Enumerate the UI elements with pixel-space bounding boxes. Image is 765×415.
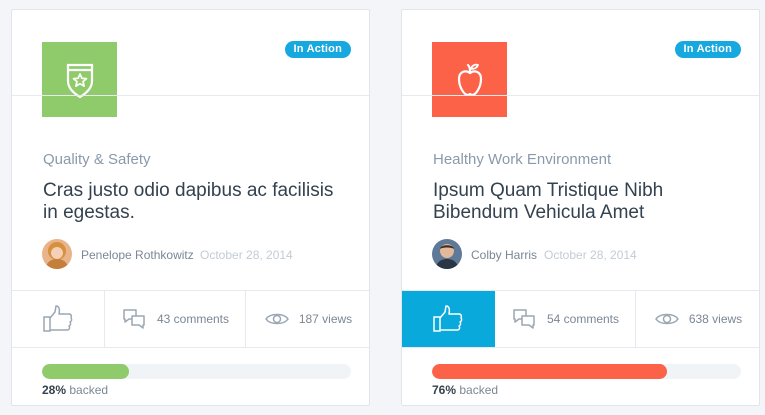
- status-badge: In Action: [674, 41, 741, 58]
- like-button[interactable]: [12, 291, 105, 347]
- views-stat: 638 views: [636, 291, 759, 347]
- card-title[interactable]: Ipsum Quam Tristique Nibh Bibendum Vehic…: [433, 180, 733, 224]
- post-date: October 28, 2014: [544, 248, 637, 262]
- progress-fill: [432, 364, 667, 379]
- progress-bar: [42, 364, 351, 379]
- card-title[interactable]: Cras justo odio dapibus ac facilisis in …: [43, 180, 343, 224]
- progress-bar: [432, 364, 741, 379]
- views-count: 638 views: [688, 312, 743, 326]
- thumbs-up-icon: [43, 305, 73, 332]
- comments-stat[interactable]: 43 comments: [105, 291, 246, 347]
- thumbs-up-icon: [433, 305, 463, 332]
- stats-bar: 43 comments 187 views: [12, 290, 369, 348]
- backed-status: 76% backed: [432, 383, 498, 397]
- like-button[interactable]: [402, 291, 495, 347]
- eye-icon: [654, 313, 679, 325]
- comments-count: 54 comments: [546, 312, 620, 326]
- author-name[interactable]: Penelope Rothkowitz: [81, 248, 194, 262]
- views-stat: 187 views: [246, 291, 369, 347]
- header-divider: [12, 95, 369, 96]
- post-date: October 28, 2014: [200, 248, 293, 262]
- comments-stat[interactable]: 54 comments: [495, 291, 636, 347]
- status-badge: In Action: [284, 41, 351, 58]
- avatar[interactable]: [432, 239, 462, 269]
- comment-bubbles-icon: [513, 309, 535, 329]
- comment-bubbles-icon: [123, 309, 145, 329]
- campaign-card[interactable]: In Action Healthy Work Environment Ipsum…: [401, 9, 760, 406]
- backed-label: backed: [69, 383, 109, 397]
- apple-icon: [457, 63, 482, 96]
- category-label: Quality & Safety: [43, 151, 151, 168]
- shield-star-icon: [66, 63, 93, 98]
- campaign-card[interactable]: In Action Quality & Safety Cras justo od…: [11, 9, 370, 406]
- header-divider: [402, 95, 759, 96]
- backed-percent: 76%: [432, 383, 457, 397]
- avatar[interactable]: [42, 239, 72, 269]
- category-icon-tile: [432, 42, 507, 117]
- backed-percent: 28%: [42, 383, 67, 397]
- category-label: Healthy Work Environment: [433, 151, 612, 168]
- progress-fill: [42, 364, 129, 379]
- category-icon-tile: [42, 42, 117, 117]
- views-count: 187 views: [298, 312, 353, 326]
- eye-icon: [264, 313, 289, 325]
- comments-count: 43 comments: [156, 312, 230, 326]
- author-name[interactable]: Colby Harris: [471, 248, 537, 262]
- backed-status: 28% backed: [42, 383, 108, 397]
- stats-bar: 54 comments 638 views: [402, 290, 759, 348]
- backed-label: backed: [459, 383, 499, 397]
